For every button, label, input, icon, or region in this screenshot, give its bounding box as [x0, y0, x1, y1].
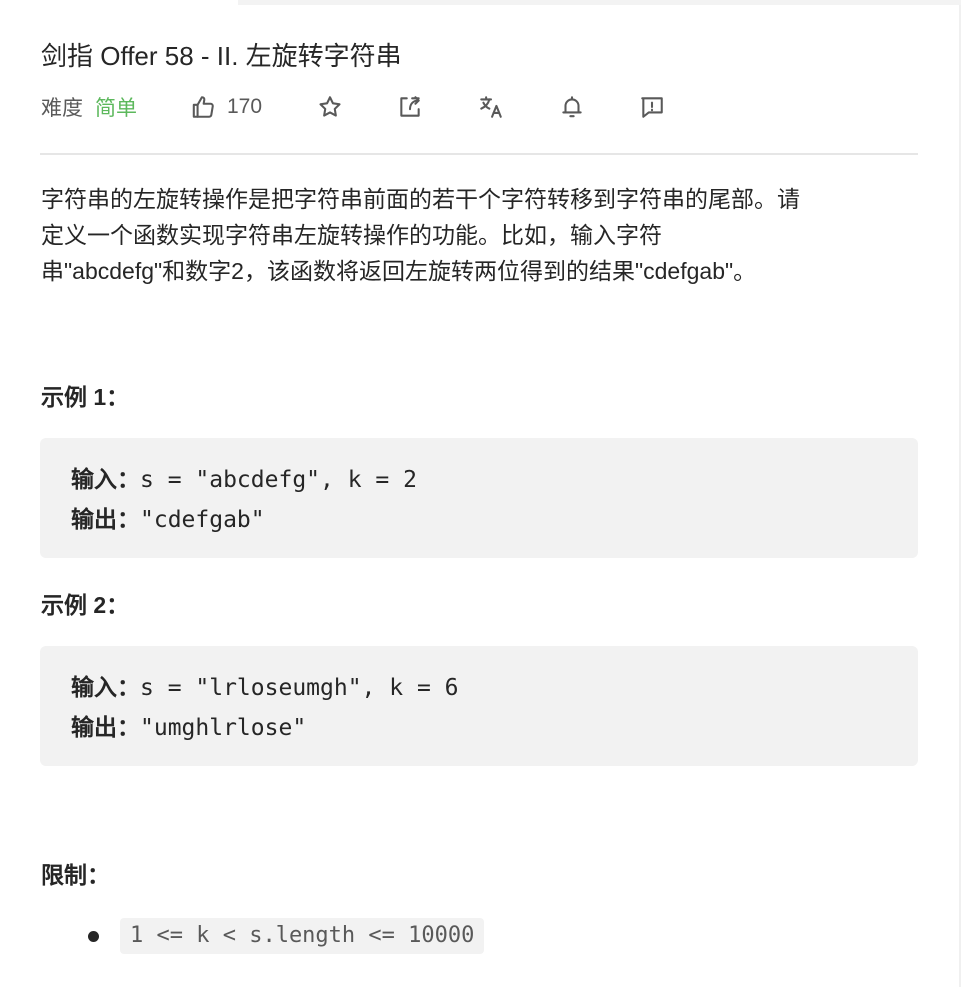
description-line: 串"abcdefg"和数字2，该函数将返回左旋转两位得到的结果"cdefgab"… [41, 258, 757, 284]
translate-icon [480, 96, 502, 118]
difficulty-badge: 简单 [95, 97, 137, 120]
output-value: "cdefgab" [140, 507, 265, 533]
favorite-button[interactable] [317, 94, 343, 120]
example-2-heading: 示例 2： [41, 592, 130, 618]
input-label: 输入： [71, 467, 140, 493]
feedback-button[interactable] [639, 94, 665, 120]
constraints-heading: 限制： [41, 862, 110, 888]
list-bullet [88, 930, 99, 942]
problem-title: 剑指 Offer 58 - II. 左旋转字符串 [41, 41, 402, 71]
problem-meta-bar: 难度 简单 170 [41, 90, 665, 124]
like-count: 170 [227, 95, 263, 118]
input-value: s = "abcdefg", k = 2 [140, 467, 417, 493]
problem-description: 字符串的左旋转操作是把字符串前面的若干个字符转移到字符串的尾部。请 定义一个函数… [41, 181, 921, 289]
output-label: 输出： [71, 507, 140, 533]
example-1-heading: 示例 1： [41, 384, 130, 410]
example-1-code-block: 输入：s = "abcdefg", k = 2 输出："cdefgab" [40, 438, 918, 558]
bell-icon [562, 96, 582, 118]
output-label: 输出： [71, 715, 140, 741]
star-icon [319, 96, 341, 117]
output-value: "umghlrlose" [140, 715, 307, 741]
like-button[interactable]: 170 [190, 94, 262, 120]
share-button[interactable] [397, 94, 423, 120]
feedback-icon [641, 97, 663, 118]
difficulty-label: 难度 [41, 97, 83, 120]
notification-button[interactable] [559, 94, 585, 120]
input-value: s = "lrloseumgh", k = 6 [140, 675, 459, 701]
description-line: 字符串的左旋转操作是把字符串前面的若干个字符转移到字符串的尾部。请 [41, 186, 800, 212]
translate-button[interactable] [478, 94, 504, 120]
input-label: 输入： [71, 675, 140, 701]
example-2-code-block: 输入：s = "lrloseumgh", k = 6 输出："umghlrlos… [40, 646, 918, 766]
thumbs-up-icon [192, 96, 214, 118]
constraints-list: 1 <= k < s.length <= 10000 [88, 918, 485, 954]
description-line: 定义一个函数实现字符串左旋转操作的功能。比如，输入字符 [41, 222, 662, 248]
share-icon [400, 96, 420, 117]
header-divider [40, 153, 918, 155]
top-strip [238, 0, 961, 5]
constraint-item: 1 <= k < s.length <= 10000 [120, 918, 485, 954]
